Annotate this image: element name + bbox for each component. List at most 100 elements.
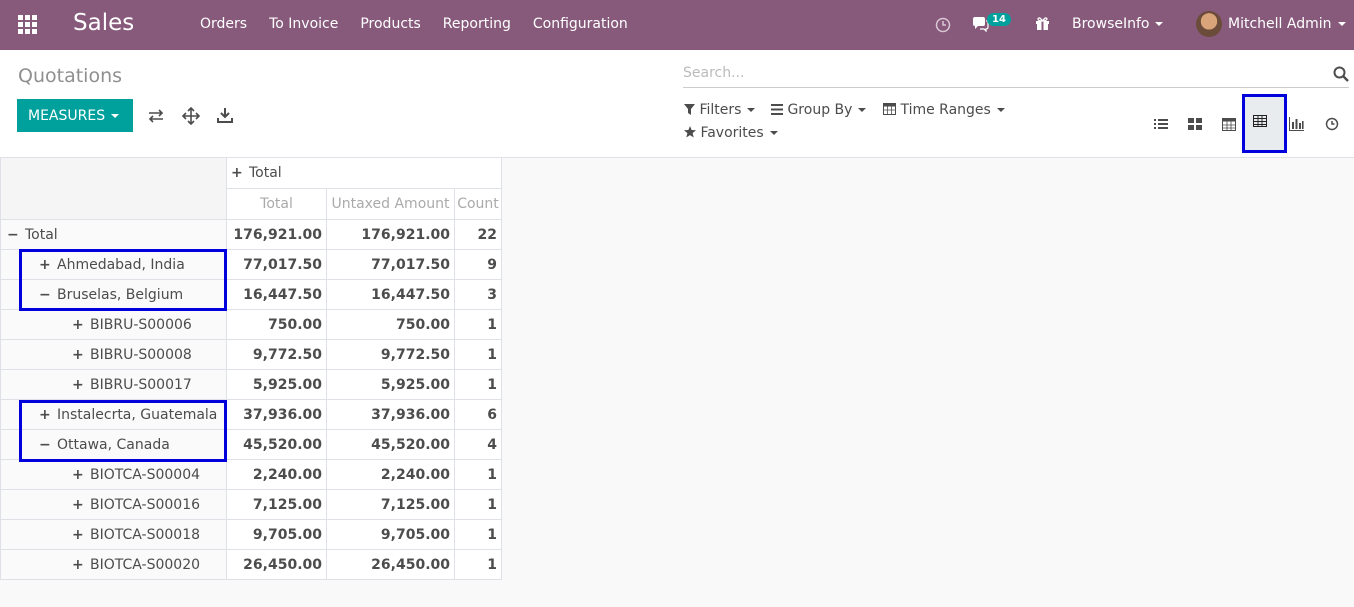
cell-count[interactable]: 1 [454, 309, 502, 340]
timeranges-dropdown[interactable]: Time Ranges [883, 102, 1005, 118]
calendar-view-icon[interactable] [1218, 113, 1240, 135]
cell-total[interactable]: 750.00 [226, 309, 327, 340]
groupby-dropdown[interactable]: Group By [771, 102, 867, 118]
activity-view-icon[interactable] [1321, 113, 1343, 135]
cell-count[interactable]: 1 [454, 369, 502, 400]
cell-total[interactable]: 5,925.00 [226, 369, 327, 400]
search-input[interactable]: Search... [683, 61, 1349, 88]
cell-untaxed[interactable]: 5,925.00 [326, 369, 455, 400]
caret-down-icon [1155, 22, 1164, 26]
cell-untaxed[interactable]: 45,520.00 [326, 429, 455, 460]
favorites-label: Favorites [700, 125, 764, 141]
cell-total[interactable]: 37,936.00 [226, 399, 327, 430]
user-avatar[interactable] [1196, 11, 1222, 37]
menu-products[interactable]: Products [360, 16, 420, 32]
graph-view-icon[interactable] [1286, 113, 1308, 135]
cell-total[interactable]: 77,017.50 [226, 249, 327, 280]
menu-to-invoice[interactable]: To Invoice [269, 16, 338, 32]
measures-button[interactable]: MEASURES [17, 99, 133, 132]
messages-count-badge: 14 [987, 13, 1011, 26]
row-header[interactable]: − Total [0, 219, 227, 250]
menu-reporting[interactable]: Reporting [443, 16, 511, 32]
filters-dropdown[interactable]: Filters [684, 102, 756, 118]
favorites-dropdown[interactable]: Favorites [684, 125, 778, 141]
caret-down-icon [769, 131, 778, 135]
row-header[interactable]: + BIOTCA-S00018 [0, 519, 227, 550]
cell-count[interactable]: 1 [454, 549, 502, 580]
cell-count[interactable]: 9 [454, 249, 502, 280]
highlight-box [19, 249, 227, 311]
caret-down-icon [996, 108, 1005, 112]
row-header[interactable]: + BIOTCA-S00020 [0, 549, 227, 580]
plus-icon: + [72, 346, 84, 363]
cell-count[interactable]: 4 [454, 429, 502, 460]
row-label: BIBRU-S00017 [90, 376, 192, 393]
row-header[interactable]: + BIBRU-S00006 [0, 309, 227, 340]
search-icon[interactable] [1333, 66, 1349, 82]
cell-untaxed[interactable]: 750.00 [326, 309, 455, 340]
app-brand[interactable]: Sales [73, 10, 134, 36]
pivot-corner [0, 157, 227, 220]
cell-untaxed[interactable]: 176,921.00 [326, 219, 455, 250]
company-switcher[interactable]: BrowseInfo [1072, 16, 1164, 32]
calendar-icon [883, 103, 896, 115]
table-row: + BIBRU-S00017 5,925.00 5,925.00 1 [0, 369, 502, 400]
flip-axis-icon[interactable] [146, 106, 166, 126]
plus-icon: + [72, 496, 84, 513]
cell-total[interactable]: 2,240.00 [226, 459, 327, 490]
cell-count[interactable]: 1 [454, 459, 502, 490]
list-view-icon[interactable] [1150, 113, 1172, 135]
row-label: BIOTCA-S00020 [90, 556, 201, 573]
cell-untaxed[interactable]: 2,240.00 [326, 459, 455, 490]
cell-total[interactable]: 176,921.00 [226, 219, 327, 250]
pivot-col-header-total[interactable]: + Total [226, 157, 502, 189]
row-header[interactable]: + BIBRU-S00017 [0, 369, 227, 400]
cell-count[interactable]: 1 [454, 339, 502, 370]
cell-total[interactable]: 45,520.00 [226, 429, 327, 460]
apps-menu-icon[interactable] [18, 15, 37, 34]
row-header[interactable]: + BIOTCA-S00016 [0, 489, 227, 520]
user-menu[interactable]: Mitchell Admin [1228, 16, 1346, 32]
cell-count[interactable]: 3 [454, 279, 502, 310]
activity-clock-icon[interactable] [935, 17, 951, 33]
cell-untaxed[interactable]: 77,017.50 [326, 249, 455, 280]
kanban-view-icon[interactable] [1184, 113, 1206, 135]
filter-icon [684, 104, 695, 115]
row-header[interactable]: + BIOTCA-S00004 [0, 459, 227, 490]
caret-down-icon [1337, 22, 1346, 26]
cell-total[interactable]: 16,447.50 [226, 279, 327, 310]
cell-count[interactable]: 1 [454, 489, 502, 520]
expand-all-icon[interactable] [181, 106, 201, 126]
cell-untaxed[interactable]: 26,450.00 [326, 549, 455, 580]
caret-down-icon [858, 108, 867, 112]
cell-count[interactable]: 6 [454, 399, 502, 430]
cell-untaxed[interactable]: 37,936.00 [326, 399, 455, 430]
cell-count[interactable]: 1 [454, 519, 502, 550]
cell-untaxed[interactable]: 16,447.50 [326, 279, 455, 310]
measure-header-count[interactable]: Count [454, 188, 502, 220]
cell-total[interactable]: 9,705.00 [226, 519, 327, 550]
plus-icon: + [72, 526, 84, 543]
highlight-box [19, 400, 227, 462]
pivot-view-button[interactable] [1242, 94, 1287, 153]
cell-count[interactable]: 22 [454, 219, 502, 250]
measure-header-total[interactable]: Total [226, 188, 327, 220]
cell-total[interactable]: 26,450.00 [226, 549, 327, 580]
cell-total[interactable]: 9,772.50 [226, 339, 327, 370]
measure-header-untaxed[interactable]: Untaxed Amount [326, 188, 455, 220]
col-group-label: Total [249, 165, 282, 181]
caret-down-icon [747, 108, 756, 112]
cell-total[interactable]: 7,125.00 [226, 489, 327, 520]
cell-untaxed[interactable]: 9,705.00 [326, 519, 455, 550]
cell-untaxed[interactable]: 9,772.50 [326, 339, 455, 370]
menu-orders[interactable]: Orders [200, 16, 247, 32]
plus-icon: + [72, 466, 84, 483]
download-icon[interactable] [215, 106, 235, 126]
top-navbar: Sales Orders To Invoice Products Reporti… [0, 0, 1354, 50]
menu-configuration[interactable]: Configuration [533, 16, 628, 32]
row-label: Total [25, 226, 58, 243]
row-header[interactable]: + BIBRU-S00008 [0, 339, 227, 370]
table-row: + BIOTCA-S00018 9,705.00 9,705.00 1 [0, 519, 502, 550]
cell-untaxed[interactable]: 7,125.00 [326, 489, 455, 520]
gift-icon[interactable] [1035, 16, 1050, 31]
